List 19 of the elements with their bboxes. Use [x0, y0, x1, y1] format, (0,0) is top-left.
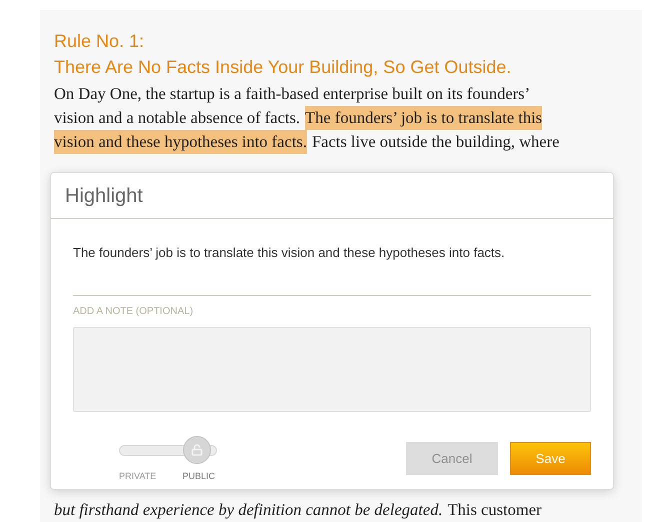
cancel-button[interactable]: Cancel — [406, 442, 498, 475]
body-text: but firsthand experience by definition cannot be delegated. — [54, 498, 443, 521]
visibility-label[interactable]: PRIVATE — [119, 470, 156, 484]
note-field[interactable] — [73, 327, 591, 412]
chapter-title: There Are No Facts Inside Your Building, So Get Outside. — [54, 56, 512, 79]
unlocked-icon — [191, 444, 203, 456]
body-text: Facts live outside the building, where — [312, 130, 560, 153]
body-text: vision and a notable absence of facts. — [54, 106, 300, 129]
highlighted-text: The founders’ job is to translate this — [305, 106, 542, 130]
highlighted-text: vision and these hypotheses into facts. — [54, 130, 307, 154]
body-text: This customer — [448, 498, 542, 521]
visibility-label[interactable]: PUBLIC — [182, 470, 215, 484]
dialog-title: Highlight — [65, 184, 143, 208]
quote-text: The founders’ job is to translate this vision and these hypotheses into facts. — [73, 245, 505, 260]
note-label: ADD A NOTE (OPTIONAL) — [73, 305, 194, 319]
visibility-toggle[interactable] — [119, 436, 217, 464]
body-text: On Day One, the startup is a faith-based enterprise built on its founders’ — [54, 82, 530, 105]
save-button[interactable]: Save — [510, 442, 591, 475]
chapter-title: Rule No. 1: — [54, 30, 144, 53]
